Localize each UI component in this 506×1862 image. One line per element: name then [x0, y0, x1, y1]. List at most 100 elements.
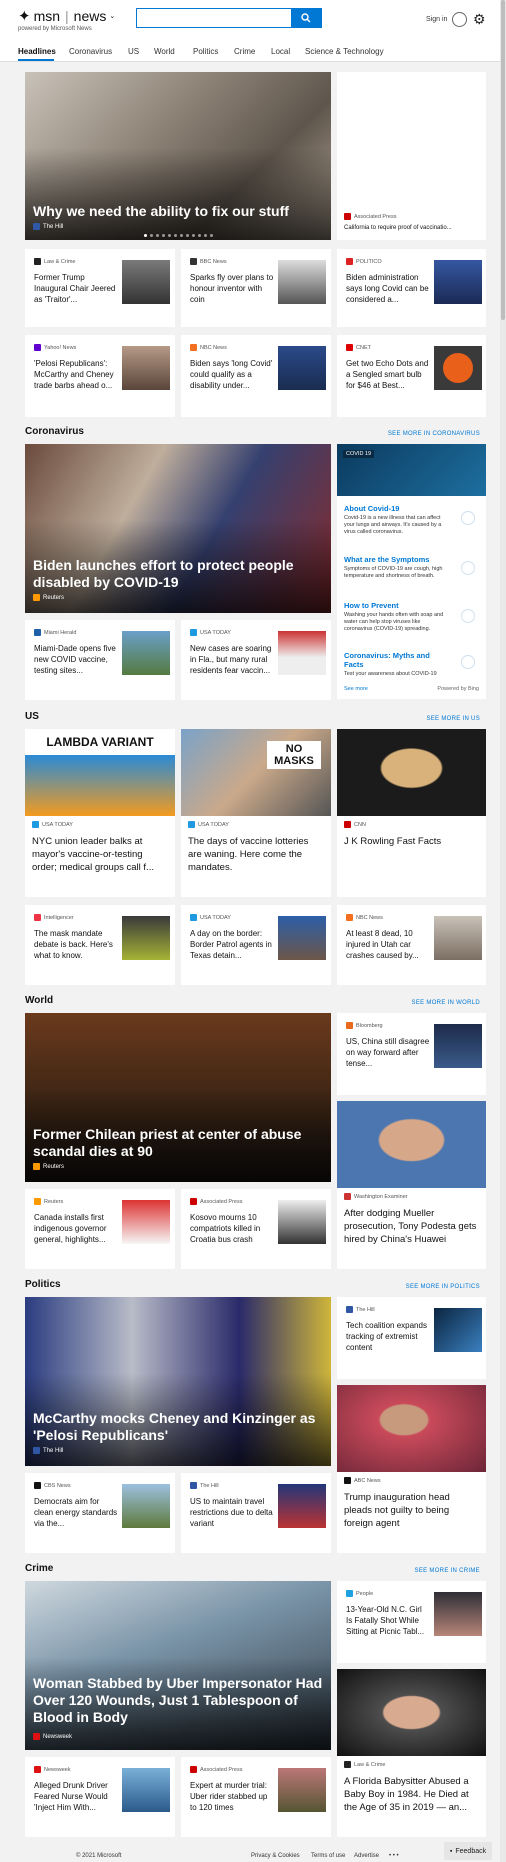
scrollbar[interactable]	[500, 0, 506, 1862]
tab-world[interactable]: World	[154, 47, 175, 56]
source-label: Associated Press	[190, 1198, 243, 1205]
see-more-us[interactable]: SEE MORE IN US	[426, 716, 480, 722]
chevron-down-icon: ⌄	[109, 13, 116, 20]
news-card[interactable]: CBS News Democrats aim for clean energy …	[25, 1473, 175, 1553]
us-tile-card[interactable]: LAMBDA VARIANT USA TODAY NYC union leade…	[25, 729, 175, 897]
us-tile-card[interactable]: NO MASKS USA TODAY The days of vaccine l…	[181, 729, 331, 897]
news-card[interactable]: NBC News Biden says 'long Covid' could q…	[181, 335, 331, 417]
news-title: The mask mandate debate is back. Here's …	[34, 929, 113, 960]
news-thumbnail	[434, 1592, 482, 1636]
tab-coronavirus[interactable]: Coronavirus	[69, 47, 112, 56]
see-more-politics[interactable]: SEE MORE IN POLITICS	[406, 1284, 480, 1290]
news-card[interactable]: The Hill Tech coalition expands tracking…	[337, 1297, 486, 1379]
covid-item-about[interactable]: About Covid-19 Covid-19 is a new illness …	[344, 504, 444, 536]
news-card[interactable]: Associated Press Kosovo mourns 10 compat…	[181, 1189, 331, 1269]
search-input[interactable]	[137, 9, 291, 27]
tab-headlines[interactable]: Headlines	[18, 47, 56, 56]
tab-us[interactable]: US	[128, 47, 139, 56]
see-more-coronavirus[interactable]: SEE MORE IN CORONAVIRUS	[388, 431, 480, 437]
see-more-crime[interactable]: SEE MORE IN CRIME	[415, 1568, 480, 1574]
us-tile-card[interactable]: CNN J K Rowling Fast Facts	[337, 729, 486, 897]
news-card[interactable]: People 13-Year-Old N.C. Girl Is Fatally …	[337, 1581, 486, 1663]
scrollbar-thumb[interactable]	[501, 0, 505, 320]
footer: © 2021 Microsoft Privacy & Cookies Terms…	[0, 1850, 506, 1862]
usa-today-icon	[32, 821, 39, 828]
news-card[interactable]: USA TODAY New cases are soaring in Fla.,…	[181, 620, 331, 700]
news-card[interactable]: NBC News At least 8 dead, 10 injured in …	[337, 905, 486, 985]
source-label: USA TODAY	[190, 629, 231, 636]
ap-icon	[344, 213, 351, 220]
news-thumbnail	[122, 1768, 170, 1812]
news-card[interactable]: POLITICO Biden administration says long …	[337, 249, 486, 327]
advertise-link[interactable]: Advertise	[354, 1853, 379, 1859]
tab-local[interactable]: Local	[271, 47, 290, 56]
news-card[interactable]: Yahoo! News 'Pelosi Republicans': McCart…	[25, 335, 175, 417]
news-card[interactable]: Intelligencer The mask mandate debate is…	[25, 905, 175, 985]
feedback-button[interactable]: ▪ Feedback	[444, 1842, 492, 1860]
politico-icon	[346, 258, 353, 265]
news-card[interactable]: Bloomberg US, China still disagree on wa…	[337, 1013, 486, 1095]
copyright: © 2021 Microsoft	[76, 1853, 122, 1859]
avatar-icon[interactable]	[452, 12, 467, 27]
politics-tile-card[interactable]: ABC News Trump inauguration head pleads …	[337, 1385, 486, 1553]
news-card[interactable]: Reuters Canada installs first indigenous…	[25, 1189, 175, 1269]
covid-item-prevent[interactable]: How to Prevent Washing your hands often w…	[344, 601, 444, 633]
world-tile-card[interactable]: Washington Examiner After dodging Muelle…	[337, 1101, 486, 1269]
sign-in-link[interactable]: Sign in	[426, 16, 447, 23]
coronavirus-hero-card[interactable]: Biden launches effort to protect people …	[25, 444, 331, 613]
gear-icon[interactable]: ⚙	[473, 11, 486, 28]
news-card[interactable]: USA TODAY A day on the border: Border Pa…	[181, 905, 331, 985]
see-more-world[interactable]: SEE MORE IN WORLD	[412, 1000, 480, 1006]
news-card[interactable]: BBC News Sparks fly over plans to honour…	[181, 249, 331, 327]
crime-tile-card[interactable]: Law & Crime A Florida Babysitter Abused …	[337, 1669, 486, 1837]
terms-link[interactable]: Terms of use	[311, 1853, 345, 1859]
quiz-icon	[461, 655, 475, 669]
butterfly-icon: ✦	[18, 8, 31, 25]
news-card[interactable]: Miami Herald Miami-Dade opens five new C…	[25, 620, 175, 700]
news-thumbnail	[122, 1200, 170, 1244]
news-thumbnail	[122, 260, 170, 304]
news-thumbnail	[122, 916, 170, 960]
newsweek-icon	[33, 1733, 40, 1740]
intelligencer-icon	[34, 914, 41, 921]
news-card[interactable]: The Hill US to maintain travel restricti…	[181, 1473, 331, 1553]
cnn-icon	[344, 821, 351, 828]
tile-image	[337, 729, 486, 816]
tile-title: J K Rowling Fast Facts	[344, 836, 442, 847]
news-title: At least 8 dead, 10 injured in Utah car …	[346, 929, 419, 960]
news-card[interactable]: CNET Get two Echo Dots and a Sengled sma…	[337, 335, 486, 417]
hero-source: The Hill	[33, 223, 63, 230]
source-label: Washington Examiner	[344, 1193, 408, 1200]
source-label: BBC News	[190, 258, 227, 265]
carousel-dots[interactable]	[25, 234, 331, 237]
search-box	[136, 8, 322, 28]
news-card[interactable]: Law & Crime Former Trump Inaugural Chair…	[25, 249, 175, 327]
section-title-us: US	[25, 711, 39, 722]
side-headline-image	[337, 72, 486, 200]
abc-news-icon	[344, 1477, 351, 1484]
covid-item-symptoms[interactable]: What are the Symptoms Symptoms of COVID-1…	[344, 555, 444, 580]
tile-title: NYC union leader balks at mayor's vaccin…	[32, 836, 154, 873]
tab-politics[interactable]: Politics	[193, 47, 218, 56]
politics-hero-card[interactable]: McCarthy mocks Cheney and Kinzinger as '…	[25, 1297, 331, 1466]
section-text: news	[73, 8, 107, 24]
the-hill-icon	[33, 223, 40, 230]
news-card[interactable]: Newsweek Alleged Drunk Driver Feared Nur…	[25, 1757, 175, 1837]
msn-logo[interactable]: ✦ msn | news ⌄ powered by Microsoft News	[18, 7, 115, 32]
world-hero-card[interactable]: Former Chilean priest at center of abuse…	[25, 1013, 331, 1182]
side-headline-card[interactable]: Associated Press California to require p…	[337, 72, 486, 240]
see-more-link[interactable]: See more	[344, 686, 368, 692]
more-options-icon[interactable]: • • •	[389, 1853, 399, 1859]
tile-image	[337, 1385, 486, 1472]
tab-science-technology[interactable]: Science & Technology	[305, 47, 384, 56]
search-button[interactable]	[291, 9, 321, 27]
source-label: CNN	[344, 821, 366, 828]
headline-hero-card[interactable]: Why we need the ability to fix our stuff…	[25, 72, 331, 240]
privacy-link[interactable]: Privacy & Cookies	[251, 1853, 300, 1859]
crime-hero-card[interactable]: Woman Stabbed by Uber Impersonator Had O…	[25, 1581, 331, 1750]
tab-crime[interactable]: Crime	[234, 47, 255, 56]
image-text: NO MASKS	[267, 741, 321, 769]
image-text: LAMBDA VARIANT	[46, 735, 154, 749]
covid-item-myths[interactable]: Coronavirus: Myths and Facts Test your aw…	[344, 651, 444, 678]
news-card[interactable]: Associated Press Expert at murder trial:…	[181, 1757, 331, 1837]
